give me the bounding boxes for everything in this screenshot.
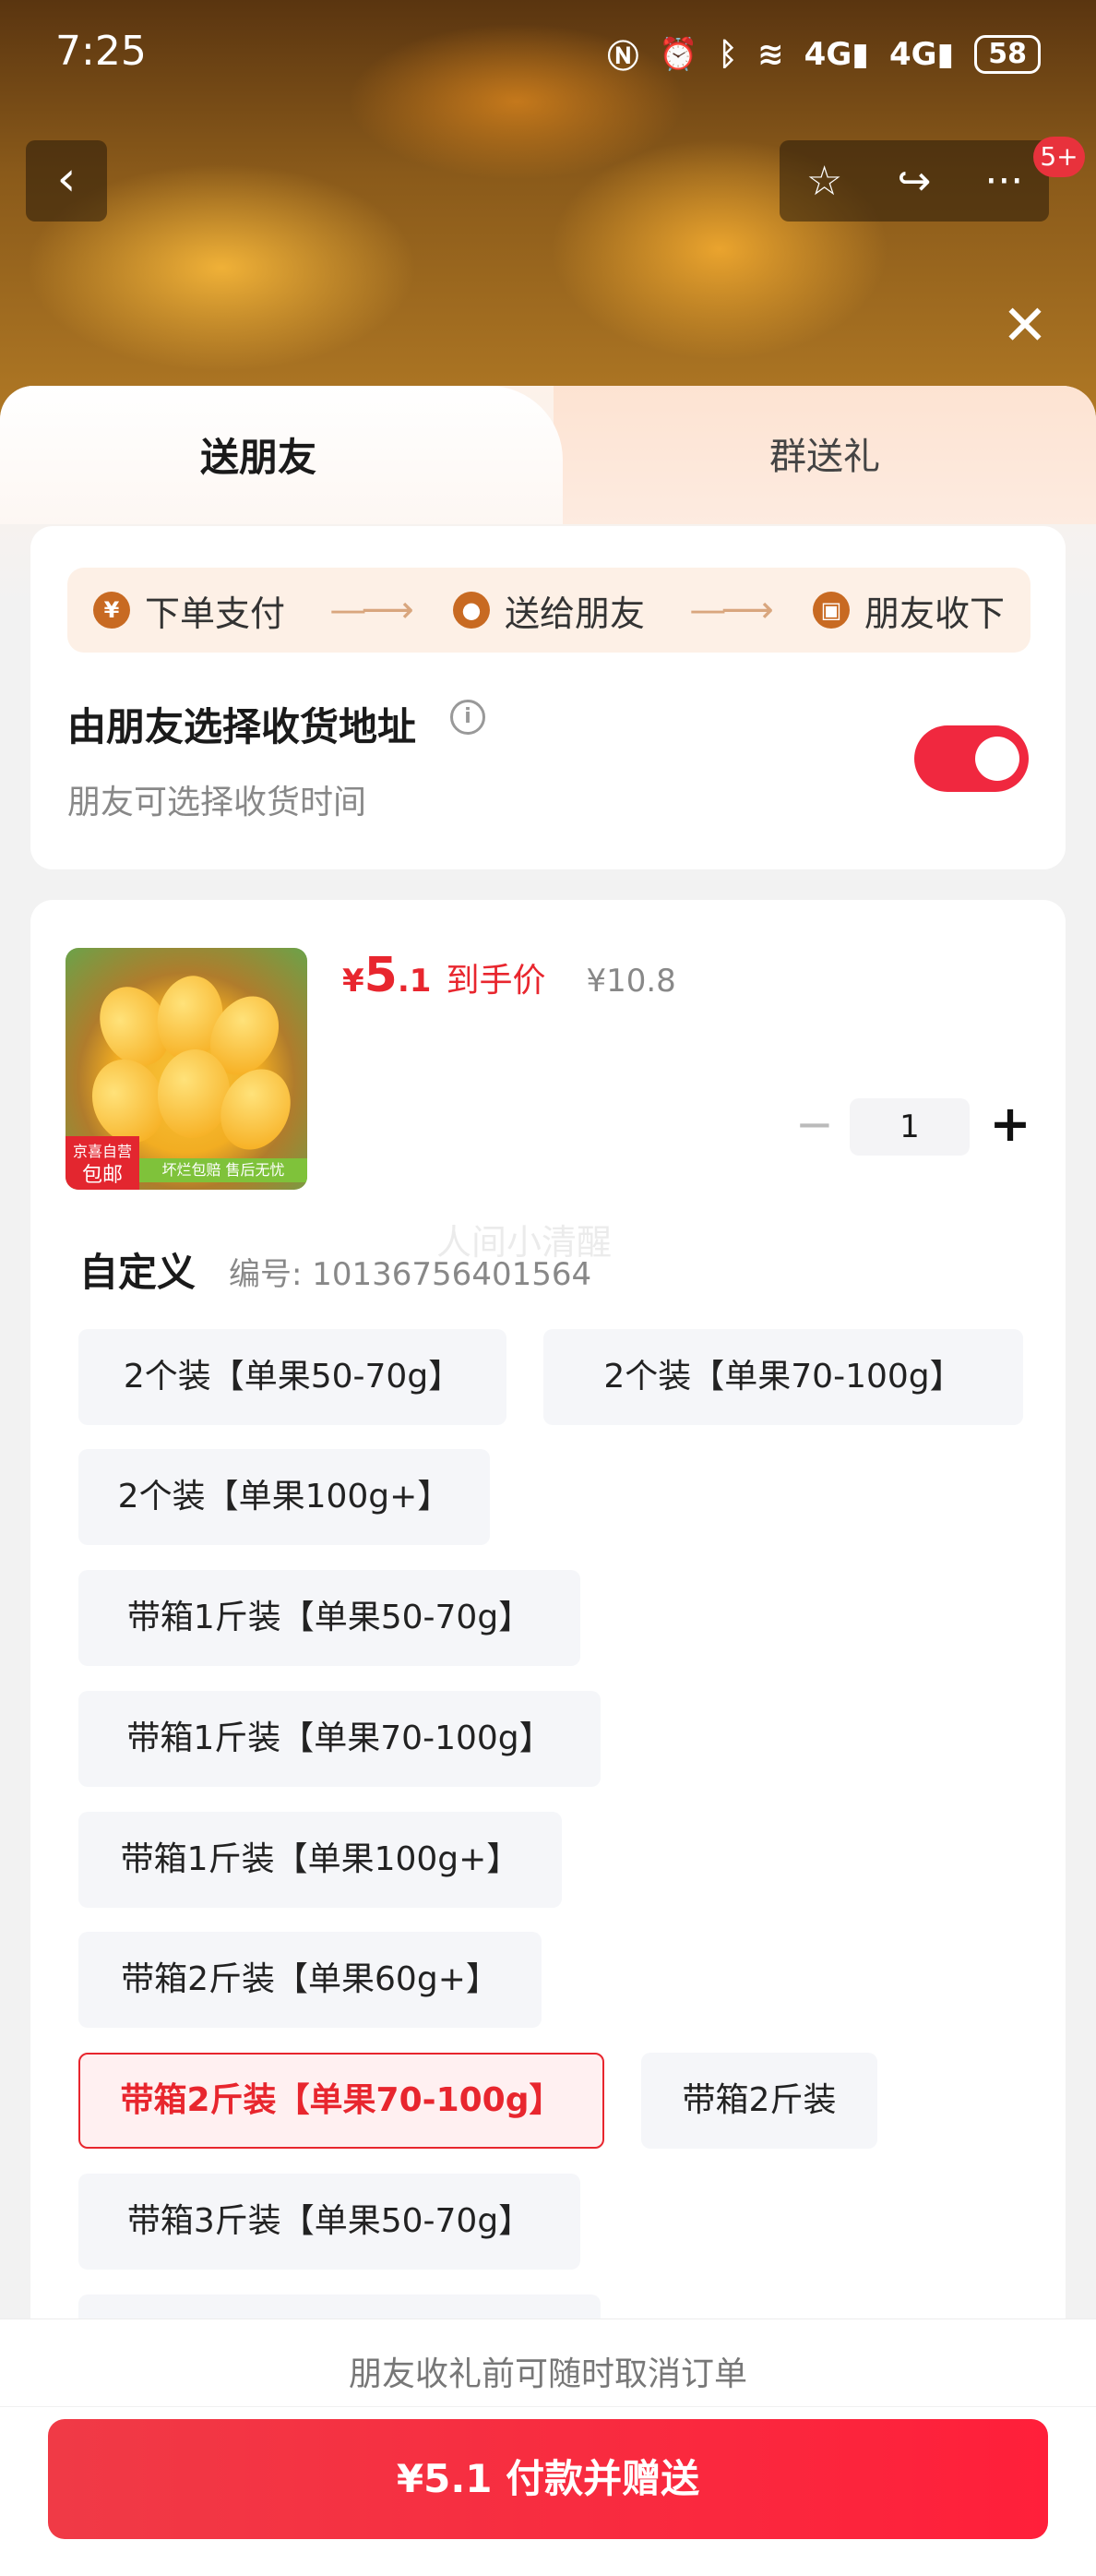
gift-flow-card: ¥ 下单支付 —⟶ ● 送给朋友 —⟶ ▣ 朋友收下 由朋友选择收货地址 i 朋… (30, 526, 1066, 869)
original-price: ¥10.8 (586, 963, 676, 1000)
divider (0, 2406, 1096, 2407)
product-thumbnail: 坏烂包赔 售后无忧 京喜自营 包邮 (66, 948, 307, 1190)
spec-option[interactable]: 2个装【单果100g+】 (78, 1449, 490, 1545)
address-title: 由朋友选择收货地址 (67, 704, 417, 749)
bluetooth-icon: ᛒ (718, 35, 738, 73)
tab-label: 送朋友 (199, 435, 316, 480)
pay-and-gift-button[interactable]: ¥5.1 付款并赠送 (48, 2419, 1048, 2539)
message-badge: 5+ (1033, 137, 1085, 177)
price-symbol: ¥ (342, 963, 364, 1000)
spec-option[interactable]: 带箱2斤装【单果60g+】 (78, 1932, 542, 2028)
star-icon[interactable]: ☆ (792, 158, 857, 205)
quantity-minus-button[interactable]: − (787, 1098, 842, 1154)
step-receive: ▣ 朋友收下 (812, 585, 1005, 636)
step-send: ● 送给朋友 (452, 585, 645, 636)
yen-icon: ¥ (93, 592, 130, 629)
share-icon[interactable]: ↪ (882, 158, 947, 205)
arrow-icon: —⟶ (689, 589, 773, 631)
spec-option[interactable]: 带箱1斤装【单果100g+】 (78, 1812, 562, 1908)
toggle-knob (975, 737, 1019, 781)
spec-option[interactable]: 带箱3斤装【单果50-70g】 (78, 2174, 580, 2270)
signal-4g-icon: 4G▮ (804, 35, 869, 73)
wifi-icon: ≋ (757, 35, 784, 73)
back-icon: ‹ (56, 151, 77, 207)
spec-title: 自定义 (79, 1250, 197, 1295)
wechat-icon: ● (452, 592, 490, 629)
spec-option-selected[interactable]: 带箱2斤装【单果70-100g】 (78, 2053, 604, 2149)
footer-bar: 朋友收礼前可随时取消订单 ¥5.1 付款并赠送 (0, 2318, 1096, 2576)
tab-bar: 群送礼 送朋友 (0, 386, 1096, 524)
spec-option[interactable]: 带箱2斤装 (641, 2053, 877, 2149)
step-label: 下单支付 (145, 593, 286, 634)
back-button[interactable]: ‹ (26, 140, 107, 222)
nfc-icon: Ⓝ (607, 39, 639, 76)
step-pay: ¥ 下单支付 (93, 585, 285, 636)
signal-label: 4G (888, 35, 937, 73)
spec-code: 编号: 10136756401564 (229, 1256, 592, 1293)
tab-send-friend[interactable]: 送朋友 (0, 386, 563, 524)
spec-option[interactable]: 带箱1斤装【单果50-70g】 (78, 1570, 580, 1666)
arrow-icon: —⟶ (329, 589, 413, 631)
more-icon[interactable]: ··· (971, 158, 1036, 205)
alarm-icon: ⏰ (659, 35, 698, 73)
address-subtitle: 朋友可选择收货时间 (67, 784, 367, 821)
signal-label: 4G (804, 35, 852, 73)
price-line: ¥ 5 .1 到手价 ¥10.8 (342, 948, 676, 1003)
signal-4g-icon: 4G▮ (888, 35, 955, 73)
step-label: 朋友收下 (864, 593, 1005, 634)
price-decimal: .1 (397, 963, 432, 1000)
cancel-note: 朋友收礼前可随时取消订单 (348, 2355, 747, 2393)
status-bar: 7:25 Ⓝ ⏰ ᛒ ≋ 4G▮ 4G▮ 58 (0, 0, 1096, 102)
thumb-tag-line: 京喜自营 (72, 1143, 132, 1160)
gift-icon: ▣ (812, 592, 850, 629)
quantity-input[interactable]: 1 (850, 1098, 970, 1156)
thumb-tag: 京喜自营 包邮 (66, 1136, 139, 1190)
tab-group-gift[interactable]: 群送礼 (554, 386, 1096, 524)
close-icon[interactable]: ✕ (996, 297, 1054, 354)
battery-icon: 58 (974, 34, 1041, 74)
thumb-guarantee: 坏烂包赔 售后无忧 (139, 1158, 307, 1182)
price-integer: 5 (363, 948, 398, 1003)
thumb-tag-line: 包邮 (81, 1164, 123, 1187)
quantity-plus-button[interactable]: + (983, 1096, 1038, 1155)
spec-option[interactable]: 2个装【单果70-100g】 (543, 1329, 1023, 1425)
step-label: 送给朋友 (504, 593, 645, 634)
status-time: 7:25 (55, 28, 147, 75)
top-actions: ☆ ↪ ··· (780, 140, 1049, 222)
status-icons: Ⓝ ⏰ ᛒ ≋ 4G▮ 4G▮ 58 (607, 31, 1041, 77)
gift-steps: ¥ 下单支付 —⟶ ● 送给朋友 —⟶ ▣ 朋友收下 (67, 568, 1030, 653)
tab-label: 群送礼 (769, 436, 880, 478)
info-icon[interactable]: i (450, 700, 485, 735)
price-label: 到手价 (446, 962, 546, 1000)
spec-option[interactable]: 2个装【单果50-70g】 (78, 1329, 506, 1425)
friend-address-toggle[interactable] (914, 725, 1029, 792)
spec-option[interactable]: 带箱1斤装【单果70-100g】 (78, 1691, 601, 1787)
